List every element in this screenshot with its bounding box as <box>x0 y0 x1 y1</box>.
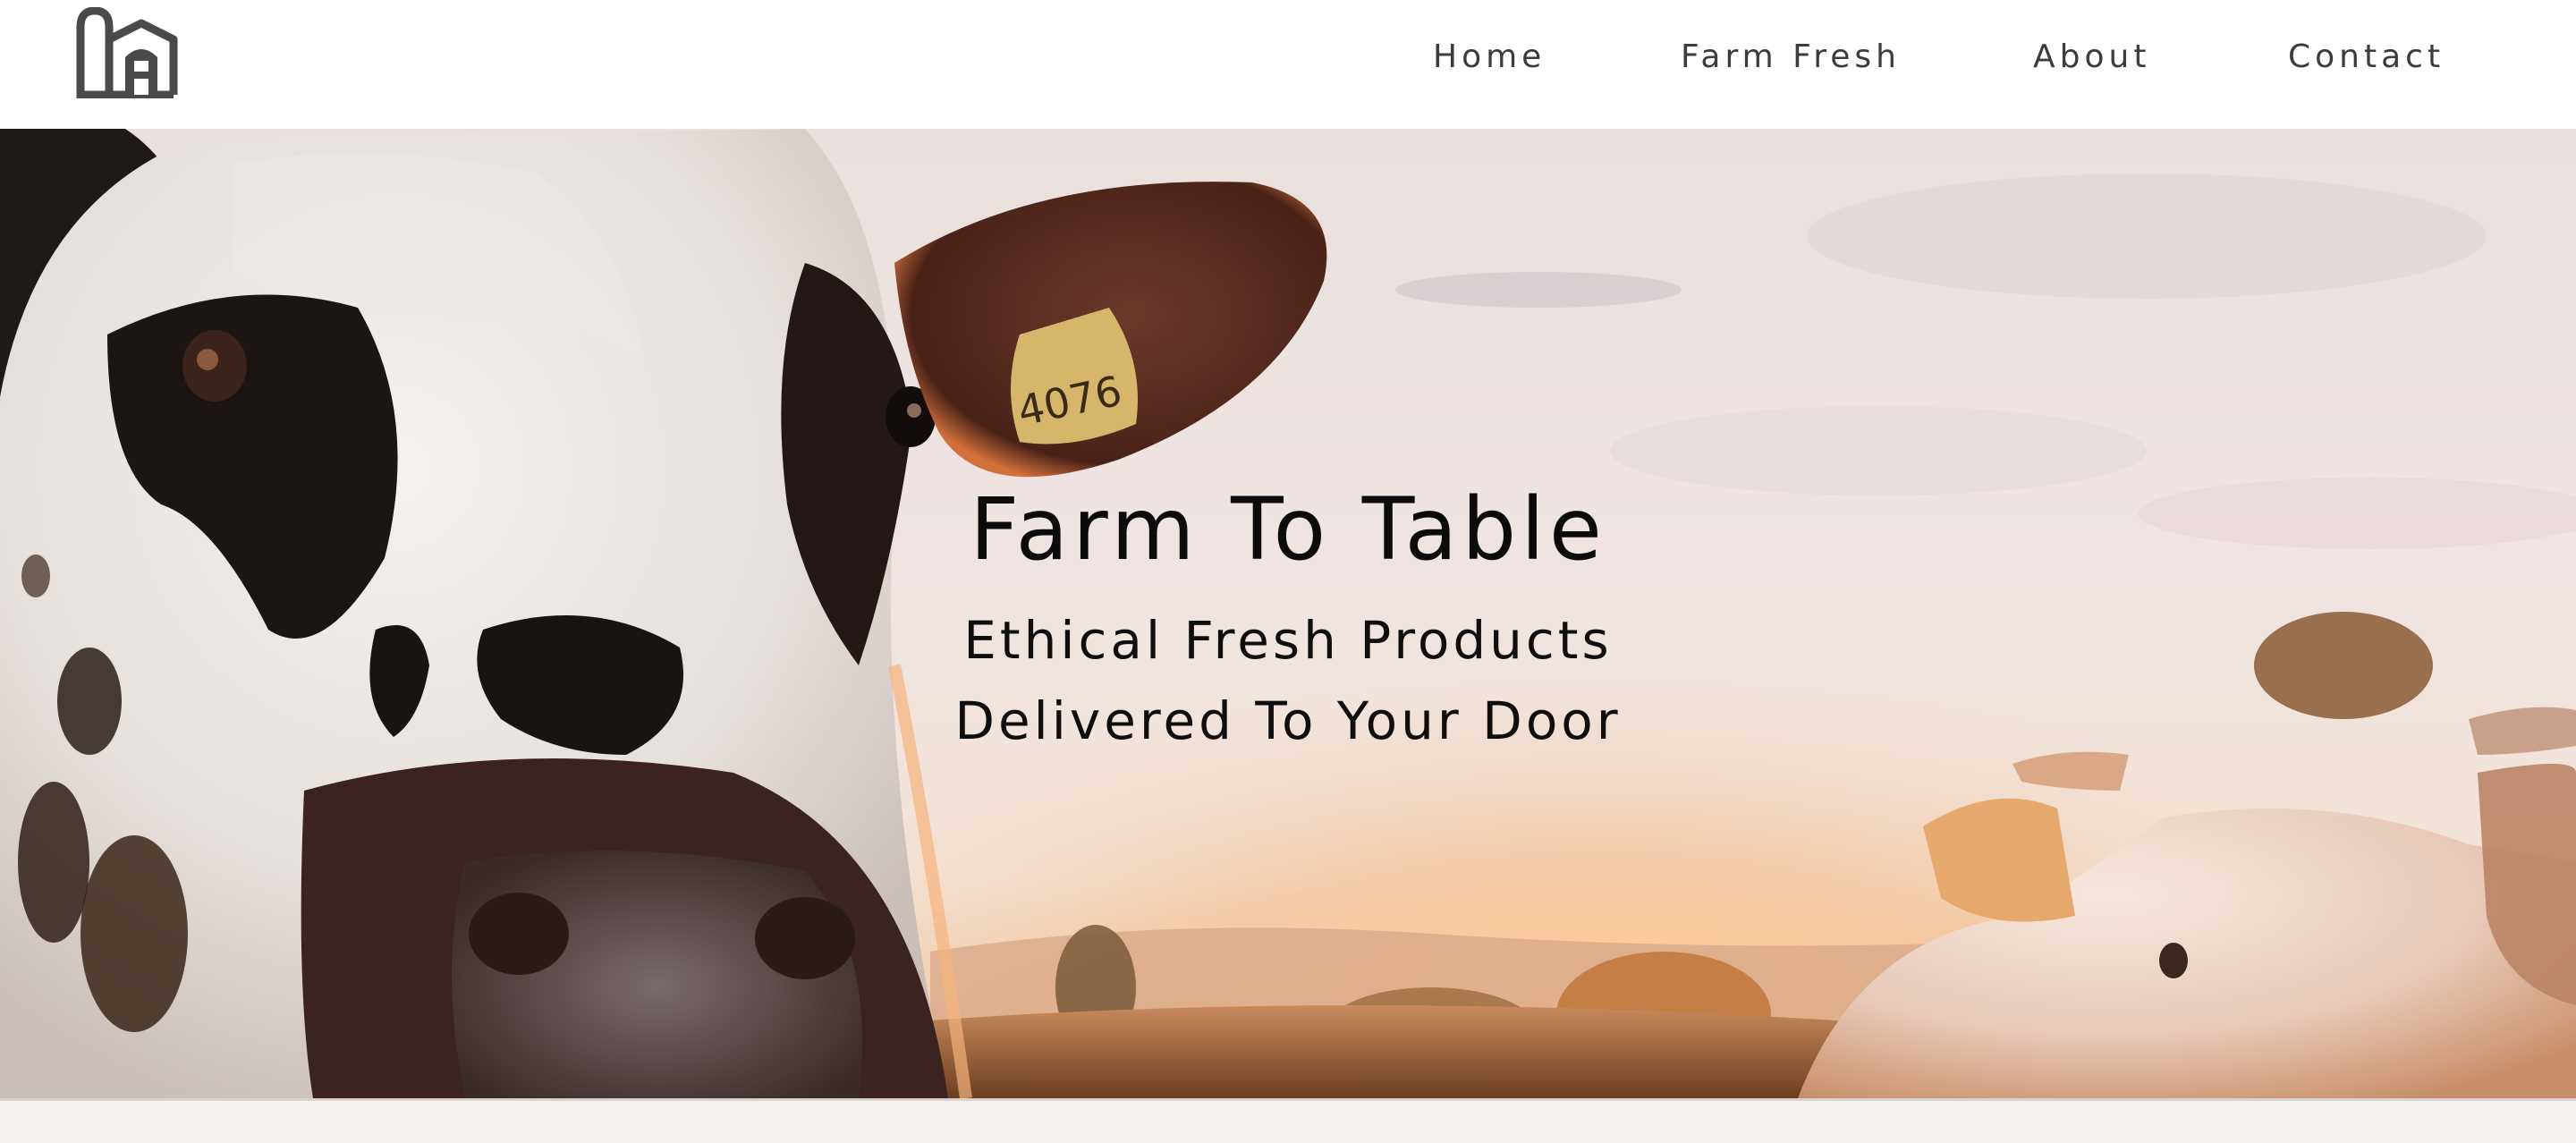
nav-link-home[interactable]: Home <box>1433 36 1546 79</box>
hero-title: Farm To Table <box>970 479 1606 580</box>
hero-subtitle-line-1: Ethical Fresh Products <box>963 610 1613 671</box>
page: Home Farm Fresh About Contact 4076 Farm … <box>0 0 2576 1143</box>
hero-section: 4076 Farm To Table Ethical Fresh Product… <box>0 129 2576 1098</box>
nav-link-contact[interactable]: Contact <box>2288 36 2445 79</box>
section-divider <box>0 1098 2576 1101</box>
hero-text-block: Farm To Table Ethical Fresh Products Del… <box>0 129 2576 1098</box>
next-section-peek <box>0 1098 2576 1143</box>
nav-link-about[interactable]: About <box>2033 36 2150 79</box>
nav-link-farm-fresh[interactable]: Farm Fresh <box>1681 36 1901 79</box>
hero-subtitle-line-2: Delivered To Your Door <box>954 690 1622 751</box>
site-header: Home Farm Fresh About Contact <box>0 0 2576 129</box>
main-nav: Home Farm Fresh About Contact <box>0 0 2576 114</box>
